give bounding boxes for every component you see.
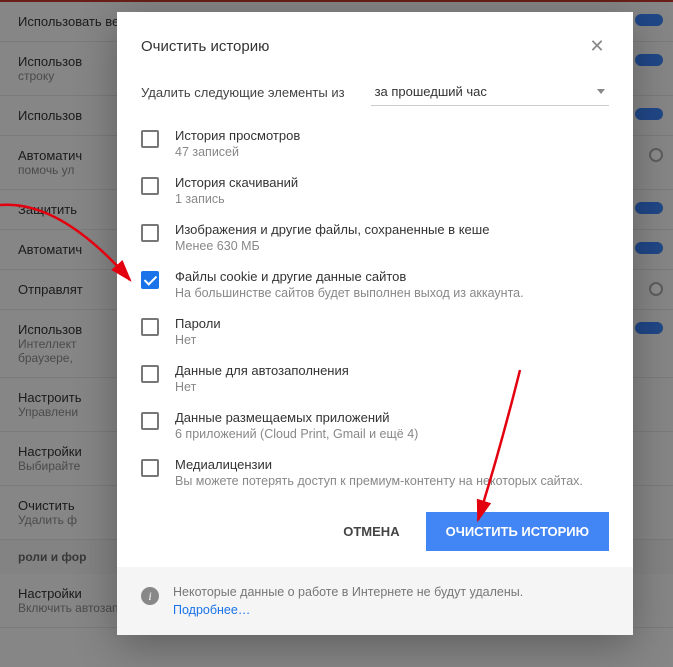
checkbox[interactable]: [141, 365, 159, 383]
checkbox-description: Нет: [175, 380, 609, 394]
delete-from-label: Удалить следующие элементы из: [141, 85, 345, 100]
checkbox-description: Нет: [175, 333, 609, 347]
footer-note: Некоторые данные о работе в Интернете не…: [173, 585, 523, 599]
time-range-select[interactable]: за прошедший час: [371, 78, 609, 106]
checkbox[interactable]: [141, 459, 159, 477]
close-icon: ✕: [589, 36, 604, 56]
checkbox-description: 47 записей: [175, 145, 609, 159]
info-icon: i: [141, 587, 159, 605]
checkbox-description: На большинстве сайтов будет выполнен вых…: [175, 286, 609, 300]
clear-option-item: Пароли Нет: [141, 308, 609, 355]
checkbox[interactable]: [141, 412, 159, 430]
clear-option-item: Данные для автозаполнения Нет: [141, 355, 609, 402]
checkbox[interactable]: [141, 130, 159, 148]
checkbox-description: Менее 630 МБ: [175, 239, 609, 253]
checkbox[interactable]: [141, 271, 159, 289]
checkbox-label: Изображения и другие файлы, сохраненные …: [175, 222, 609, 237]
checkbox-label: Данные размещаемых приложений: [175, 410, 609, 425]
checkbox-label: Медиалицензии: [175, 457, 609, 472]
learn-more-link[interactable]: Подробнее…: [173, 603, 523, 617]
chevron-down-icon: [597, 89, 605, 94]
clear-option-item: История просмотров 47 записей: [141, 120, 609, 167]
clear-option-item: Изображения и другие файлы, сохраненные …: [141, 214, 609, 261]
clear-option-item: История скачиваний 1 запись: [141, 167, 609, 214]
clear-option-item: Данные размещаемых приложений 6 приложени…: [141, 402, 609, 449]
dialog-title: Очистить историю: [141, 38, 269, 55]
clear-option-item: Файлы cookie и другие данные сайтов На бо…: [141, 261, 609, 308]
checkbox-description: Вы можете потерять доступ к премиум-конт…: [175, 474, 609, 488]
cancel-button[interactable]: ОТМЕНА: [329, 512, 413, 551]
checkbox-label: История скачиваний: [175, 175, 609, 190]
checkbox-label: Файлы cookie и другие данные сайтов: [175, 269, 609, 284]
clear-option-item: Медиалицензии Вы можете потерять доступ к…: [141, 449, 609, 496]
checkbox-label: Данные для автозаполнения: [175, 363, 609, 378]
clear-history-button[interactable]: ОЧИСТИТЬ ИСТОРИЮ: [426, 512, 609, 551]
checkbox[interactable]: [141, 318, 159, 336]
checkbox-label: История просмотров: [175, 128, 609, 143]
clear-history-dialog: Очистить историю ✕ Удалить следующие эле…: [117, 12, 633, 635]
checkbox-description: 1 запись: [175, 192, 609, 206]
checkbox-label: Пароли: [175, 316, 609, 331]
checkbox[interactable]: [141, 224, 159, 242]
checkbox[interactable]: [141, 177, 159, 195]
clear-options-list: История просмотров 47 записей История скач…: [117, 112, 633, 496]
close-button[interactable]: ✕: [585, 34, 609, 58]
checkbox-description: 6 приложений (Cloud Print, Gmail и ещё 4…: [175, 427, 609, 441]
